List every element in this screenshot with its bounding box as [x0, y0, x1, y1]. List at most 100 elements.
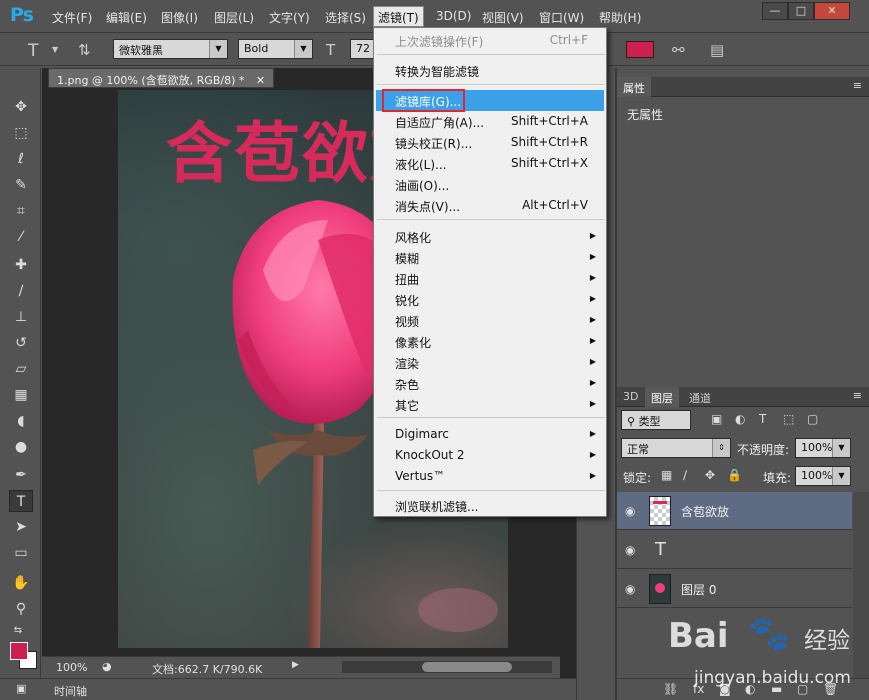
layer-name[interactable]: 含苞欲放 — [681, 503, 729, 520]
chevron-down-icon[interactable]: ▼ — [52, 45, 58, 54]
layer-row[interactable]: ◉ T — [617, 531, 852, 569]
type-tool-icon[interactable]: T — [9, 490, 33, 512]
font-style-select[interactable]: Bold ▼ — [238, 39, 313, 59]
menu-item-stylize[interactable]: 风格化 ▶ — [376, 226, 604, 247]
maximize-button[interactable]: □ — [788, 2, 814, 20]
text-color-swatch[interactable] — [626, 41, 654, 58]
menu-item-last-filter[interactable]: 上次滤镜操作(F) Ctrl+F — [376, 30, 604, 51]
swap-colors-icon[interactable]: ⇆ — [6, 620, 30, 642]
layer-name[interactable]: 图层 0 — [681, 581, 716, 598]
eyedropper-tool-icon[interactable]: ⁄ — [9, 226, 33, 248]
history-brush-tool-icon[interactable]: ↺ — [9, 332, 33, 354]
tab-3d[interactable]: 3D — [617, 387, 644, 407]
menu-item-blur[interactable]: 模糊 ▶ — [376, 247, 604, 268]
eraser-tool-icon[interactable]: ▱ — [9, 358, 33, 380]
eye-icon[interactable]: ◉ — [625, 504, 635, 518]
lock-all-icon[interactable]: 🔒 — [727, 468, 742, 482]
filter-type-icon[interactable]: T — [759, 412, 766, 426]
menu-item-convert-smart-filter[interactable]: 转换为智能滤镜 — [376, 60, 604, 81]
gradient-tool-icon[interactable]: ▦ — [9, 384, 33, 406]
menu-type[interactable]: 文字(Y) — [265, 8, 314, 27]
menu-item-video[interactable]: 视频 ▶ — [376, 310, 604, 331]
menu-image[interactable]: 图像(I) — [157, 8, 202, 27]
eye-icon[interactable]: ◉ — [625, 543, 635, 557]
path-selection-tool-icon[interactable]: ➤ — [9, 516, 33, 538]
menu-item-pixelate[interactable]: 像素化 ▶ — [376, 331, 604, 352]
menu-item-digimarc[interactable]: Digimarc ▶ — [376, 424, 604, 445]
menu-item-noise[interactable]: 杂色 ▶ — [376, 373, 604, 394]
horizontal-scrollbar[interactable] — [342, 661, 552, 673]
menu-item-adaptive-wide-angle[interactable]: 自适应广角(A)... Shift+Ctrl+A — [376, 111, 604, 132]
status-info-icon[interactable]: ◕ — [102, 660, 112, 673]
zoom-tool-icon[interactable]: ⚲ — [9, 598, 33, 620]
menu-layer[interactable]: 图层(L) — [210, 8, 258, 27]
hand-tool-icon[interactable]: ✋ — [9, 572, 33, 594]
blend-mode-select[interactable]: 正常 ⇕ — [621, 438, 731, 458]
minimize-button[interactable]: — — [762, 2, 788, 20]
layer-filter-select[interactable]: ⚲ 类型 — [621, 410, 691, 430]
menu-select[interactable]: 选择(S) — [321, 8, 370, 27]
menu-item-vertus[interactable]: Vertus™ ▶ — [376, 466, 604, 487]
tab-channels[interactable]: 通道 — [683, 387, 717, 407]
blur-tool-icon[interactable]: ◖ — [9, 410, 33, 432]
quick-select-tool-icon[interactable]: ✎ — [9, 174, 33, 196]
timeline-label[interactable]: 时间轴 — [54, 683, 87, 699]
lock-image-icon[interactable]: ∕ — [683, 468, 687, 482]
close-button[interactable]: ✕ — [814, 2, 850, 20]
character-panel-icon[interactable]: ▤ — [710, 41, 724, 59]
menu-item-browse-filters-online[interactable]: 浏览联机滤镜... — [376, 495, 604, 516]
menu-item-render[interactable]: 渲染 ▶ — [376, 352, 604, 373]
menu-item-lens-correction[interactable]: 镜头校正(R)... Shift+Ctrl+R — [376, 132, 604, 153]
dodge-tool-icon[interactable]: ● — [9, 436, 33, 458]
eye-icon[interactable]: ◉ — [625, 582, 635, 596]
menu-item-liquify[interactable]: 液化(L)... Shift+Ctrl+X — [376, 153, 604, 174]
fill-field[interactable]: 100% ▼ — [795, 466, 851, 486]
panel-menu-icon[interactable]: ≡ — [853, 389, 862, 402]
tab-properties[interactable]: 属性 — [617, 77, 651, 97]
menu-item-sharpen[interactable]: 锐化 ▶ — [376, 289, 604, 310]
menu-3d[interactable]: 3D(D) — [432, 8, 475, 24]
panel-menu-icon[interactable]: ≡ — [853, 79, 862, 92]
menu-window[interactable]: 窗口(W) — [535, 8, 588, 27]
lock-transparent-icon[interactable]: ▦ — [661, 468, 672, 482]
filter-smart-icon[interactable]: ▢ — [807, 412, 818, 426]
menu-item-distort[interactable]: 扭曲 ▶ — [376, 268, 604, 289]
tab-layers[interactable]: 图层 — [645, 387, 679, 407]
marquee-tool-icon[interactable]: ⬚ — [9, 122, 33, 144]
text-orientation-icon[interactable]: ⇅ — [78, 41, 91, 59]
opacity-field[interactable]: 100% ▼ — [795, 438, 851, 458]
type-tool-icon[interactable]: T — [28, 41, 38, 61]
pen-tool-icon[interactable]: ✒ — [9, 464, 33, 486]
close-icon[interactable]: ✕ — [256, 74, 265, 87]
menu-item-oil-paint[interactable]: 油画(O)... — [376, 174, 604, 195]
menu-filter[interactable]: 滤镜(T) — [373, 6, 424, 27]
filter-pixel-icon[interactable]: ▣ — [711, 412, 722, 426]
zoom-level[interactable]: 100% — [56, 661, 87, 674]
menu-help[interactable]: 帮助(H) — [595, 8, 645, 27]
move-tool-icon[interactable]: ✥ — [9, 96, 33, 118]
crop-tool-icon[interactable]: ⌗ — [9, 200, 33, 222]
healing-brush-tool-icon[interactable]: ✚ — [9, 254, 33, 276]
menu-item-knockout[interactable]: KnockOut 2 ▶ — [376, 445, 604, 466]
warp-text-icon[interactable]: ⚯ — [672, 41, 685, 59]
scrollbar-thumb[interactable] — [422, 662, 512, 672]
clone-stamp-tool-icon[interactable]: ⊥ — [9, 306, 33, 328]
menu-view[interactable]: 视图(V) — [478, 8, 528, 27]
font-family-select[interactable]: 微软雅黑 ▼ — [113, 39, 228, 59]
lock-position-icon[interactable]: ✥ — [705, 468, 715, 482]
foreground-color[interactable] — [10, 642, 28, 660]
layer-row[interactable]: ◉ 图层 0 — [617, 570, 852, 608]
layer-row[interactable]: ◉ 含苞欲放 — [617, 492, 852, 530]
menu-edit[interactable]: 编辑(E) — [102, 8, 151, 27]
filter-shape-icon[interactable]: ⬚ — [783, 412, 794, 426]
rectangle-tool-icon[interactable]: ▭ — [9, 542, 33, 564]
lasso-tool-icon[interactable]: ℓ — [9, 148, 33, 170]
filter-adjust-icon[interactable]: ◐ — [735, 412, 745, 426]
menu-item-other[interactable]: 其它 ▶ — [376, 394, 604, 415]
brush-tool-icon[interactable]: ∕ — [9, 280, 33, 302]
menu-item-vanishing-point[interactable]: 消失点(V)... Alt+Ctrl+V — [376, 195, 604, 216]
timeline-icon[interactable]: ▣ — [16, 682, 26, 695]
menu-file[interactable]: 文件(F) — [48, 8, 96, 27]
status-menu-arrow-icon[interactable]: ▶ — [292, 660, 299, 670]
document-tab[interactable]: 1.png @ 100% (含苞欲放, RGB/8) * ✕ — [48, 68, 275, 88]
